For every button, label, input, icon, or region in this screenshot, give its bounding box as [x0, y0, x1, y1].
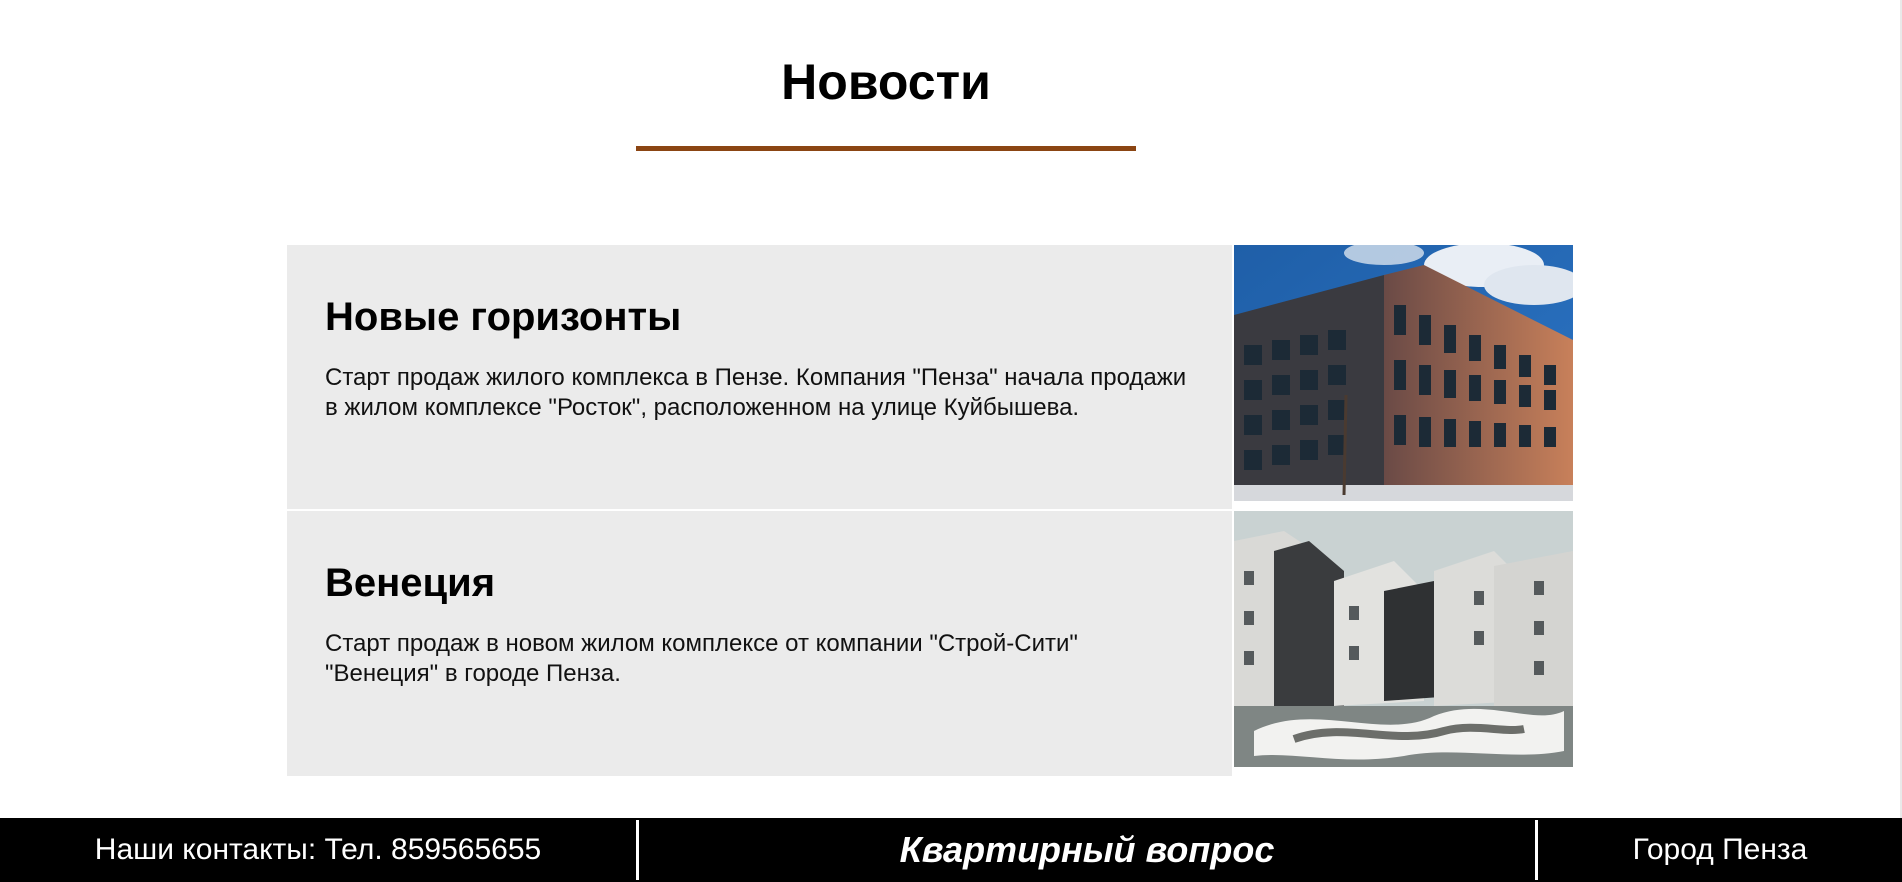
title-underline [636, 146, 1136, 151]
footer-contacts[interactable]: Наши контакты: Тел. 859565655 [0, 833, 636, 867]
news-photo-courtyard[interactable] [1234, 511, 1573, 767]
news-body: Старт продаж в новом жилом комплексе от … [325, 630, 1078, 687]
news-photo-building[interactable] [1234, 245, 1573, 501]
footer: Наши контакты: Тел. 859565655 Квартирный… [0, 818, 1902, 882]
news-item[interactable]: Венеция Старт продаж в новом жилом компл… [287, 511, 1575, 776]
news-text-block: Венеция Старт продаж в новом жилом компл… [287, 511, 1232, 776]
news-body: Старт продаж жилого комплекса в Пензе. К… [325, 364, 1187, 421]
footer-brand[interactable]: Квартирный вопрос [639, 829, 1535, 871]
news-item[interactable]: Новые горизонты Старт продаж жилого комп… [287, 245, 1575, 509]
news-list: Новые горизонты Старт продаж жилого комп… [287, 245, 1575, 778]
footer-city: Город Пенза [1632, 833, 1808, 866]
news-heading[interactable]: Новые горизонты [325, 293, 1194, 341]
news-heading[interactable]: Венеция [325, 559, 1194, 607]
page-title: Новости [781, 54, 991, 110]
news-text-block: Новые горизонты Старт продаж жилого комп… [287, 245, 1232, 509]
